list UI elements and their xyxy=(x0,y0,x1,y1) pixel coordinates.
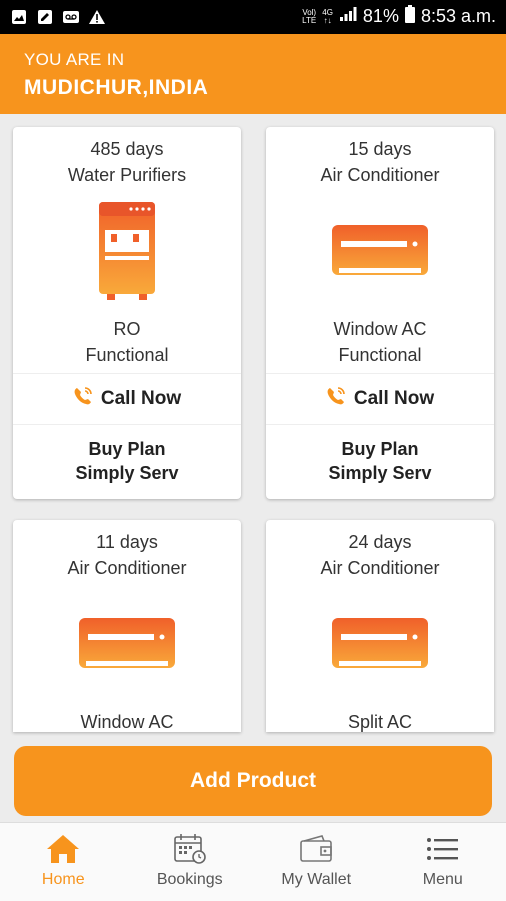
call-now-button[interactable]: Call Now xyxy=(13,373,241,425)
phone-icon xyxy=(326,386,346,412)
nav-menu[interactable]: Menu xyxy=(380,823,506,901)
product-type: Window AC xyxy=(13,712,241,732)
call-now-button[interactable]: Call Now xyxy=(266,373,494,425)
menu-icon xyxy=(425,833,461,865)
product-card[interactable]: 24 days Air Conditioner Split AC xyxy=(266,520,494,732)
calendar-icon xyxy=(172,833,208,865)
voicemail-icon xyxy=(62,8,80,26)
product-card[interactable]: 485 days Water Purifiers RO Functional C… xyxy=(13,127,241,499)
product-card[interactable]: 11 days Air Conditioner Window AC xyxy=(13,520,241,732)
status-bar: Vol) LTE 4G ↑↓ 81% 8:53 a.m. xyxy=(0,0,506,34)
call-now-label: Call Now xyxy=(101,388,181,410)
product-age: 15 days xyxy=(266,139,494,160)
buy-plan-label: Buy Plan xyxy=(13,437,241,461)
nav-wallet-label: My Wallet xyxy=(281,871,351,889)
product-type: Window AC xyxy=(266,319,494,340)
nav-menu-label: Menu xyxy=(423,871,463,889)
product-age: 11 days xyxy=(13,532,241,553)
product-type: Split AC xyxy=(266,712,494,732)
location-name[interactable]: MUDICHUR,INDIA xyxy=(24,76,208,100)
product-category: Air Conditioner xyxy=(13,558,241,579)
buy-plan-button[interactable]: Buy Plan Simply Serv xyxy=(266,437,494,485)
water-purifier-icon xyxy=(13,197,241,307)
air-conditioner-icon xyxy=(266,197,494,307)
battery-icon xyxy=(405,5,415,28)
product-status: Functional xyxy=(266,345,494,366)
volte-indicator: Vol) LTE xyxy=(302,9,316,25)
home-icon xyxy=(45,833,81,865)
nav-bookings-label: Bookings xyxy=(157,871,223,889)
edit-notification-icon xyxy=(36,8,54,26)
nav-home-label: Home xyxy=(42,871,85,889)
plan-name-label: Simply Serv xyxy=(13,461,241,485)
nav-home[interactable]: Home xyxy=(0,823,127,901)
data-activity-label: ↑↓ xyxy=(322,17,333,25)
product-category: Air Conditioner xyxy=(266,558,494,579)
bottom-navigation: Home Bookings My Wallet Menu xyxy=(0,822,506,901)
clock: 8:53 a.m. xyxy=(421,6,496,27)
network-type-indicator: 4G ↑↓ xyxy=(322,9,333,25)
product-category: Air Conditioner xyxy=(266,165,494,186)
product-type: RO xyxy=(13,319,241,340)
signal-icon xyxy=(339,6,357,27)
plan-name-label: Simply Serv xyxy=(266,461,494,485)
nav-bookings[interactable]: Bookings xyxy=(127,823,254,901)
add-product-button[interactable]: Add Product xyxy=(14,746,492,816)
buy-plan-button[interactable]: Buy Plan Simply Serv xyxy=(13,437,241,485)
phone-icon xyxy=(73,386,93,412)
add-product-label: Add Product xyxy=(190,769,316,793)
battery-percent: 81% xyxy=(363,6,399,27)
air-conditioner-icon xyxy=(13,590,241,700)
buy-plan-label: Buy Plan xyxy=(266,437,494,461)
nav-wallet[interactable]: My Wallet xyxy=(253,823,380,901)
location-subtitle: YOU ARE IN xyxy=(24,50,124,70)
location-header: YOU ARE IN MUDICHUR,INDIA xyxy=(0,34,506,114)
product-category: Water Purifiers xyxy=(13,165,241,186)
air-conditioner-icon xyxy=(266,590,494,700)
image-notification-icon xyxy=(10,8,28,26)
product-card[interactable]: 15 days Air Conditioner Window AC Functi… xyxy=(266,127,494,499)
warning-icon xyxy=(88,8,106,26)
product-age: 24 days xyxy=(266,532,494,553)
volte-bottom-label: LTE xyxy=(302,17,316,25)
wallet-icon xyxy=(298,833,334,865)
call-now-label: Call Now xyxy=(354,388,434,410)
product-status: Functional xyxy=(13,345,241,366)
product-age: 485 days xyxy=(13,139,241,160)
